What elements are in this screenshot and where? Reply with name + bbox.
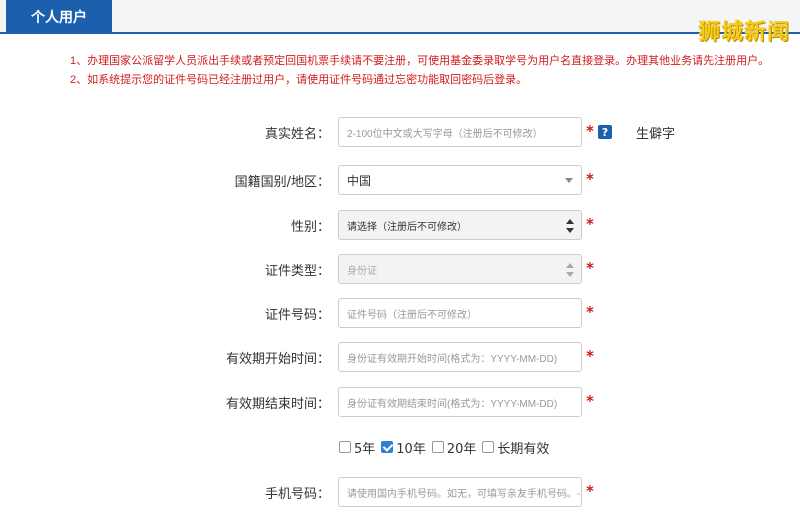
checkbox-20-years[interactable] — [431, 441, 444, 453]
option-label: 长期有效 — [497, 441, 550, 457]
tab-personal-user[interactable]: 个人用户 — [6, 0, 112, 34]
id-number-input[interactable]: 证件号码（注册后不可修改） — [338, 298, 582, 328]
chevron-down-icon — [565, 178, 573, 183]
row-phone: 手机号码： 请使用国内手机号码。如无，可填写亲友手机号码。- * — [0, 477, 800, 507]
valid-start-input[interactable]: 身份证有效期开始时间(格式为：YYYY-MM-DD) — [338, 342, 582, 372]
updown-arrow-icon — [566, 263, 574, 277]
valid-end-label: 有效期结束时间： — [225, 396, 330, 412]
required-mark: * — [586, 482, 594, 500]
nationality-label: 国籍国别/地区： — [234, 174, 330, 190]
required-mark: * — [586, 122, 594, 140]
validity-options: 5年 10年 20年 长期有效 — [339, 438, 555, 457]
rare-char-link[interactable]: 生僻字 — [636, 117, 675, 147]
real-name-label: 真实姓名： — [264, 126, 330, 142]
updown-arrow-icon — [566, 219, 574, 233]
required-mark: * — [586, 170, 594, 188]
gender-select[interactable]: 请选择（注册后不可修改） — [338, 210, 582, 240]
notice-line-2: 2、如系统提示您的证件号码已经注册过用户，请使用证件号码通过忘密功能取回密码后登… — [70, 74, 528, 86]
row-valid-start: 有效期开始时间： 身份证有效期开始时间(格式为：YYYY-MM-DD) * — [0, 342, 800, 372]
required-mark: * — [586, 259, 594, 277]
required-mark: * — [586, 215, 594, 233]
id-type-label: 证件类型： — [264, 263, 330, 279]
tab-bar: 个人用户 — [0, 0, 800, 34]
valid-end-input[interactable]: 身份证有效期结束时间(格式为：YYYY-MM-DD) — [338, 387, 582, 417]
notice-block: 1、办理国家公派留学人员派出手续或者预定回国机票手续请不要注册，可使用基金委录取… — [70, 52, 790, 90]
nationality-select[interactable]: 中国 — [338, 165, 582, 195]
option-5-years[interactable]: 5年 — [339, 438, 375, 457]
id-type-select[interactable]: 身份证 — [338, 254, 582, 284]
nationality-value: 中国 — [347, 173, 372, 188]
help-icon[interactable]: ? — [598, 125, 612, 139]
option-10-years[interactable]: 10年 — [381, 438, 426, 457]
option-label: 20年 — [446, 441, 477, 457]
row-gender: 性别： 请选择（注册后不可修改） * — [0, 210, 800, 240]
row-id-number: 证件号码： 证件号码（注册后不可修改） * — [0, 298, 800, 328]
checkbox-5-years[interactable] — [339, 441, 351, 453]
notice-line-1: 1、办理国家公派留学人员派出手续或者预定回国机票手续请不要注册，可使用基金委录取… — [70, 55, 770, 67]
checkbox-10-years[interactable] — [381, 441, 394, 453]
id-type-value: 身份证 — [347, 265, 377, 277]
gender-label: 性别： — [290, 219, 330, 235]
gender-value: 请选择（注册后不可修改） — [347, 221, 467, 233]
required-mark: * — [586, 347, 594, 365]
option-20-years[interactable]: 20年 — [431, 438, 477, 457]
option-label: 5年 — [354, 441, 376, 457]
option-long-term[interactable]: 长期有效 — [482, 438, 549, 457]
phone-label: 手机号码： — [264, 486, 330, 502]
phone-input[interactable]: 请使用国内手机号码。如无，可填写亲友手机号码。- — [338, 477, 582, 507]
id-number-label: 证件号码： — [264, 307, 330, 323]
required-mark: * — [586, 392, 594, 410]
option-label: 10年 — [396, 441, 426, 457]
valid-start-label: 有效期开始时间： — [225, 351, 330, 367]
row-id-type: 证件类型： 身份证 * — [0, 254, 800, 284]
checkbox-long-term[interactable] — [482, 441, 495, 453]
real-name-input[interactable]: 2-100位中文或大写字母（注册后不可修改） — [338, 117, 582, 147]
row-valid-end: 有效期结束时间： 身份证有效期结束时间(格式为：YYYY-MM-DD) * — [0, 387, 800, 417]
watermark: 狮城新闻 — [697, 20, 790, 45]
row-real-name: 真实姓名： 2-100位中文或大写字母（注册后不可修改） * ? 生僻字 — [0, 117, 800, 147]
row-nationality: 国籍国别/地区： 中国 * — [0, 165, 800, 195]
required-mark: * — [586, 303, 594, 321]
